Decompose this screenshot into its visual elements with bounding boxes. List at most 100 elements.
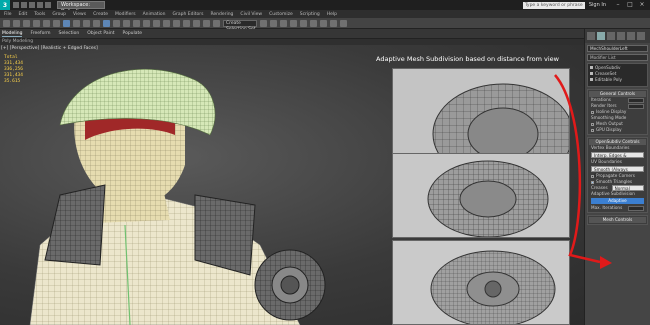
menu-help[interactable]: Help [327,12,337,17]
filter-icon[interactable] [53,19,60,27]
menu-customize[interactable]: Customize [269,12,293,17]
menu-scripting[interactable]: Scripting [300,12,320,17]
menu-animation[interactable]: Animation [143,12,166,17]
workspace-selector[interactable]: Workspace: Default [57,1,105,15]
bind-icon[interactable] [43,19,50,27]
menu-create[interactable]: Create [93,12,108,17]
redo-icon[interactable] [45,2,51,8]
closeup-image-far [392,240,570,325]
tab-selection[interactable]: Selection [59,31,80,36]
tab-populate[interactable]: Populate [123,31,143,36]
object-name-field[interactable]: MechShoulderLeft [587,45,648,52]
display-tab-icon[interactable] [627,32,635,40]
select-object-icon[interactable] [63,19,70,27]
modifier-bulb-icon[interactable] [590,78,593,81]
rectangle-selection-icon[interactable] [83,19,90,27]
iterations-spinner[interactable] [628,97,644,103]
stack-item[interactable]: Editable Poly [590,77,645,83]
select-manipulate-icon[interactable] [153,19,160,27]
curve-editor-icon[interactable] [290,19,297,27]
main-toolbar: Create Selection Set [0,18,650,32]
menu-tools[interactable]: Tools [34,12,45,17]
motion-tab-icon[interactable] [617,32,625,40]
open-file-icon[interactable] [21,2,27,8]
menu-views[interactable]: Views [73,12,86,17]
save-file-icon[interactable] [29,2,35,8]
undo-icon[interactable] [37,2,43,8]
modifier-list-dropdown[interactable]: Modifier List [587,54,648,61]
material-editor-icon[interactable] [310,19,317,27]
vertex-boundaries-dropdown[interactable]: Interp. Edges & Corners [591,152,644,164]
percent-snap-icon[interactable] [193,19,200,27]
minimize-icon[interactable]: – [614,2,622,8]
perspective-viewport[interactable]: [+] [Perspective] [Realistic + Edged Fac… [0,45,584,325]
stat-line: 35.615 [4,79,21,84]
modifier-bulb-icon[interactable] [590,72,593,75]
create-tab-icon[interactable] [587,32,595,40]
move-icon[interactable] [103,19,110,27]
menu-graph-editors[interactable]: Graph Editors [173,12,204,17]
render-icon[interactable] [340,19,347,27]
menu-group[interactable]: Group [52,12,66,17]
menu-civil-view[interactable]: Civil View [240,12,262,17]
isoline-checkbox[interactable] [591,110,594,114]
modify-tab-icon[interactable] [597,32,605,40]
rotate-icon[interactable] [113,19,120,27]
align-icon[interactable] [270,19,277,27]
max-iterations-spinner[interactable] [628,205,644,211]
rollout-header[interactable]: Mesh Controls [589,217,646,223]
sign-in-link[interactable]: Sign In [589,2,606,8]
hierarchy-tab-icon[interactable] [607,32,615,40]
keyboard-shortcut-icon[interactable] [163,19,170,27]
command-panel-tabs [585,29,650,43]
render-setup-icon[interactable] [320,19,327,27]
utilities-tab-icon[interactable] [637,32,645,40]
select-by-name-icon[interactable] [73,19,80,27]
window-crossing-icon[interactable] [93,19,100,27]
stack-item-label: Editable Poly [595,77,622,82]
propagate-corners-checkbox[interactable] [591,174,594,178]
menu-file[interactable]: File [4,12,12,17]
snaps-icon[interactable] [173,19,180,27]
overlay-caption: Adaptive Mesh Subdivision based on dista… [376,55,559,63]
tab-modeling[interactable]: Modeling [2,31,23,37]
close-icon[interactable]: × [638,2,646,8]
uv-boundaries-dropdown[interactable]: Smooth (Always Sharp) [591,166,644,178]
modifier-bulb-icon[interactable] [590,66,593,69]
reference-coord-icon[interactable] [133,19,140,27]
edit-named-selection-icon[interactable] [213,19,220,27]
menu-edit[interactable]: Edit [19,12,28,17]
app-logo-icon[interactable]: 3 [0,0,10,10]
layer-icon[interactable] [280,19,287,27]
redo-tool-icon[interactable] [13,19,20,27]
scale-icon[interactable] [123,19,130,27]
adaptive-button[interactable]: Adaptive [591,198,644,204]
tab-freeform[interactable]: Freeform [30,31,50,36]
quick-access-toolbar [13,2,51,8]
gpu-display-checkbox[interactable] [591,128,594,132]
app-window: 3 Workspace: Default Type a keyword or p… [0,0,650,325]
pivot-icon[interactable] [143,19,150,27]
maximize-icon[interactable]: □ [626,2,634,8]
render-iters-spinner[interactable] [628,103,644,109]
stack-item-label: OpenSubdiv [595,65,621,70]
link-icon[interactable] [23,19,30,27]
angle-snap-icon[interactable] [183,19,190,27]
mesh-output-checkbox[interactable] [591,122,594,126]
modifier-stack: OpenSubdiv CreaseSet Editable Poly [587,63,648,87]
viewport-label[interactable]: [+] [Perspective] [Realistic + Edged Fac… [1,46,98,51]
row-label: Adaptive Subdivision [591,191,635,196]
undo-tool-icon[interactable] [3,19,10,27]
tab-object-paint[interactable]: Object Paint [87,31,114,36]
unlink-icon[interactable] [33,19,40,27]
menu-modifiers[interactable]: Modifiers [115,12,136,17]
search-input[interactable]: Type a keyword or phrase [522,1,585,9]
spinner-snap-icon[interactable] [203,19,210,27]
named-selection-set-dropdown[interactable]: Create Selection Set [223,19,257,32]
new-file-icon[interactable] [13,2,19,8]
menu-rendering[interactable]: Rendering [210,12,233,17]
smooth-triangles-checkbox[interactable] [591,180,594,184]
mirror-icon[interactable] [260,19,267,27]
rendered-frame-icon[interactable] [330,19,337,27]
schematic-view-icon[interactable] [300,19,307,27]
